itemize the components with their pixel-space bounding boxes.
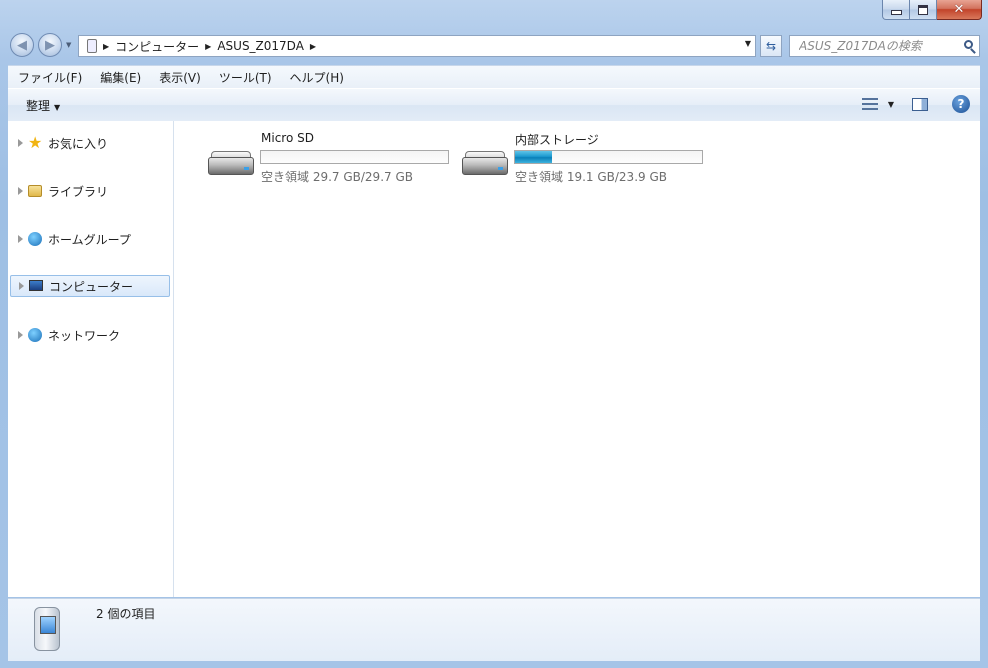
search-box[interactable] [789,35,980,57]
usage-bar-fill [515,151,553,163]
menu-file[interactable]: ファイル(F) [8,69,90,86]
maximize-button[interactable] [910,0,937,20]
minimize-icon [890,10,902,15]
sidebar-item-label: ネットワーク [48,328,121,343]
details-pane: 2 個の項目 [8,598,980,661]
close-button[interactable]: ✕ [937,0,982,20]
drive-name: Micro SD [261,131,314,145]
expand-arrow-icon[interactable] [18,187,23,195]
homegroup-icon [28,231,44,247]
file-list: Micro SD 空き領域 29.7 GB/29.7 GB 内部ストレージ 空き… [174,121,980,597]
drive-name: 内部ストレージ [515,133,599,147]
refresh-icon: ⇆ [765,39,777,53]
menu-bar: ファイル(F) 編集(E) 表示(V) ツール(T) ヘルプ(H) [8,65,980,88]
search-input[interactable] [797,38,961,54]
help-icon[interactable]: ? [952,95,970,113]
command-bar-right: ▼ ? [861,95,970,113]
organize-label: 整理 [26,98,51,113]
free-space-text: 空き領域 29.7 GB/29.7 GB [261,170,413,184]
organize-button[interactable]: 整理 ▼ [26,97,60,114]
navigation-pane: ★ お気に入り ライブラリ ホームグループ コンピューター ネットワーク [8,121,174,597]
breadcrumb-computer[interactable]: コンピューター [115,38,199,55]
forward-button[interactable]: ▶ [38,33,62,57]
command-bar: 整理 ▼ ▼ ? [8,88,980,122]
chevron-right-icon[interactable]: ▶ [310,42,316,51]
sidebar-item-label: ホームグループ [48,232,131,247]
close-icon: ✕ [953,2,965,17]
refresh-button[interactable]: ⇆ [760,35,782,57]
back-arrow-icon: ◀ [17,37,27,53]
phone-device-icon [34,607,60,651]
address-dropdown-icon[interactable]: ▼ [745,39,751,48]
chevron-right-icon[interactable]: ▶ [205,42,211,51]
menu-help[interactable]: ヘルプ(H) [280,69,352,86]
sidebar-item-label: お気に入り [48,136,109,151]
menu-tools[interactable]: ツール(T) [209,69,280,86]
sidebar-item-label: コンピューター [49,279,134,294]
menu-edit[interactable]: 編集(E) [90,69,149,86]
star-icon: ★ [28,133,43,152]
maximize-icon [918,4,928,15]
expand-arrow-icon[interactable] [18,331,23,339]
address-bar[interactable]: ▶ コンピューター ▶ ASUS_Z017DA ▶ ▼ [78,35,756,57]
expand-arrow-icon[interactable] [18,139,23,147]
expand-arrow-icon[interactable] [19,282,24,290]
navigation-bar: ◀ ▶ ▼ ▶ コンピューター ▶ ASUS_Z017DA ▶ ▼ ⇆ [8,31,980,61]
item-count: 2 個の項目 [96,607,156,621]
drive-item-microsd[interactable]: Micro SD 空き領域 29.7 GB/29.7 GB [190,129,449,189]
chevron-right-icon[interactable]: ▶ [103,42,109,51]
computer-icon [29,278,45,294]
chevron-down-icon: ▼ [54,102,61,112]
sidebar-item-computer[interactable]: コンピューター [10,275,170,297]
sidebar-item-libraries[interactable]: ライブラリ [10,180,170,202]
device-icon [87,39,97,53]
view-options-dropdown[interactable]: ▼ [888,100,894,109]
expand-arrow-icon[interactable] [18,235,23,243]
sidebar-item-favorites[interactable]: ★ お気に入り [10,132,170,154]
recent-pages-dropdown[interactable]: ▼ [66,41,71,49]
change-view-icon[interactable] [861,97,878,111]
search-icon[interactable] [964,40,973,49]
usage-bar [260,150,449,164]
explorer-window: ✕ ◀ ▶ ▼ ▶ コンピューター ▶ ASUS_Z017DA ▶ ▼ ⇆ ファ… [0,0,988,668]
menu-view[interactable]: 表示(V) [149,69,209,86]
breadcrumb-device[interactable]: ASUS_Z017DA [217,39,304,53]
library-icon [28,183,44,199]
drive-item-internal-storage[interactable]: 内部ストレージ 空き領域 19.1 GB/23.9 GB [444,129,703,189]
free-space-text: 空き領域 19.1 GB/23.9 GB [515,170,667,184]
sidebar-item-label: ライブラリ [48,184,109,199]
usage-bar [514,150,703,164]
preview-pane-icon[interactable] [912,97,928,111]
drive-icon [208,151,254,177]
minimize-button[interactable] [882,0,910,20]
caption-buttons: ✕ [882,0,982,20]
forward-arrow-icon: ▶ [45,37,55,53]
drive-icon [462,151,508,177]
sidebar-item-homegroup[interactable]: ホームグループ [10,228,170,250]
sidebar-item-network[interactable]: ネットワーク [10,324,170,346]
network-icon [28,327,44,343]
back-button[interactable]: ◀ [10,33,34,57]
